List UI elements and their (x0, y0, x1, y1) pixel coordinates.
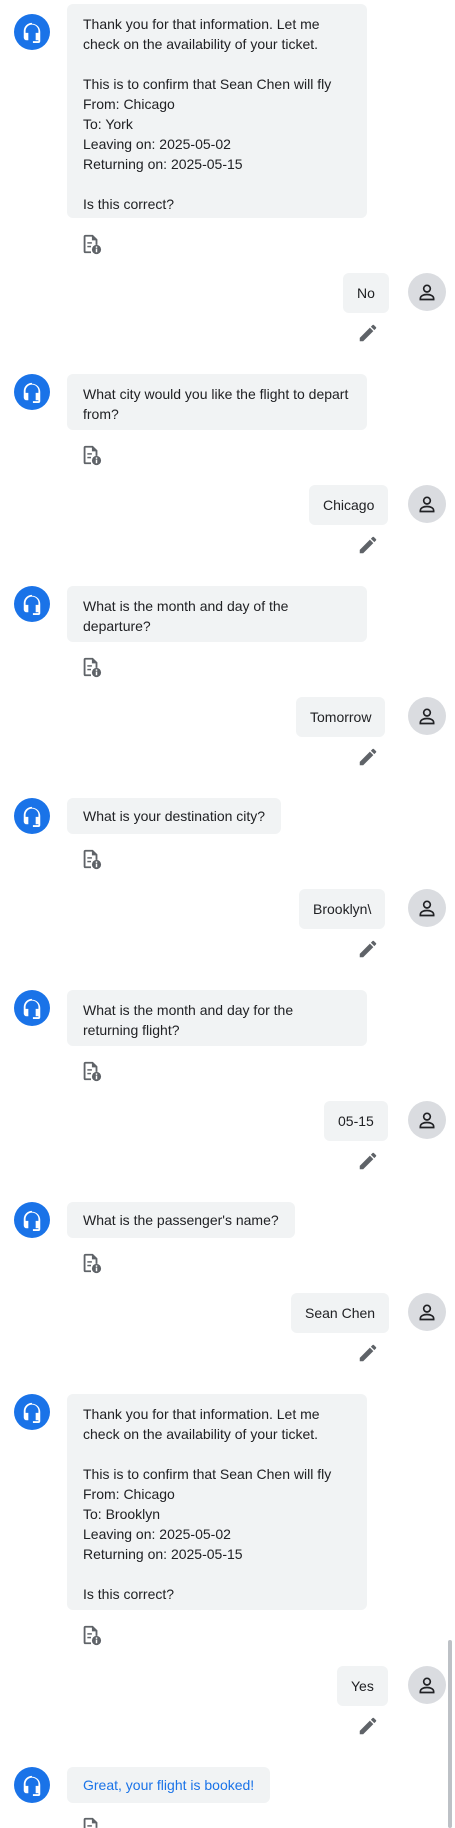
bot-message: What city would you like the flight to d… (67, 374, 367, 430)
user-avatar-person-icon (408, 1666, 446, 1704)
user-avatar-person-icon (408, 1101, 446, 1139)
user-message: Sean Chen (291, 1293, 390, 1333)
bot-avatar-headset-icon (14, 1767, 50, 1803)
pencil-edit-icon[interactable] (357, 1150, 381, 1174)
bot-avatar-headset-icon (14, 990, 50, 1026)
bot-message: What is your destination city? (67, 798, 282, 834)
user-avatar-person-icon (408, 1293, 446, 1331)
bot-message: Thank you for that information. Let me c… (67, 4, 367, 218)
bot-avatar-headset-icon (14, 374, 50, 410)
chat-transcript: Thank you for that information. Let me c… (0, 0, 455, 1828)
user-message: Tomorrow (296, 697, 386, 737)
pencil-edit-icon[interactable] (357, 322, 381, 346)
bot-avatar-headset-icon (14, 1394, 50, 1430)
user-message: Chicago (309, 485, 389, 525)
document-info-icon[interactable] (80, 233, 102, 255)
user-avatar-person-icon (408, 485, 446, 523)
bot-message: What is the passenger's name? (67, 1202, 295, 1238)
pencil-edit-icon[interactable] (357, 1342, 381, 1366)
bot-message: What is the month and day of the departu… (67, 586, 367, 642)
document-info-icon[interactable] (80, 656, 102, 678)
user-message: Brooklyn\ (299, 889, 386, 929)
pencil-edit-icon[interactable] (357, 746, 381, 770)
document-info-icon[interactable] (80, 848, 102, 870)
user-message: Yes (337, 1666, 388, 1706)
user-avatar-person-icon (408, 889, 446, 927)
pencil-edit-icon[interactable] (357, 534, 381, 558)
bot-message: Thank you for that information. Let me c… (67, 1394, 367, 1610)
user-message: 05-15 (324, 1101, 388, 1141)
bot-avatar-headset-icon (14, 798, 50, 834)
bot-avatar-headset-icon (14, 1202, 50, 1238)
pencil-edit-icon[interactable] (357, 1715, 381, 1739)
bot-avatar-headset-icon (14, 586, 50, 622)
vertical-scrollbar[interactable] (448, 1640, 452, 1828)
document-info-icon[interactable] (80, 1252, 102, 1274)
document-info-icon[interactable] (80, 1816, 102, 1828)
bot-avatar-headset-icon (14, 14, 50, 50)
document-info-icon[interactable] (80, 1060, 102, 1082)
user-avatar-person-icon (408, 697, 446, 735)
document-info-icon[interactable] (80, 1624, 102, 1646)
user-message: No (343, 273, 389, 313)
bot-message-confirmation: Great, your flight is booked! (67, 1767, 271, 1803)
bot-message: What is the month and day for the return… (67, 990, 367, 1046)
user-avatar-person-icon (408, 273, 446, 311)
document-info-icon[interactable] (80, 444, 102, 466)
pencil-edit-icon[interactable] (357, 938, 381, 962)
